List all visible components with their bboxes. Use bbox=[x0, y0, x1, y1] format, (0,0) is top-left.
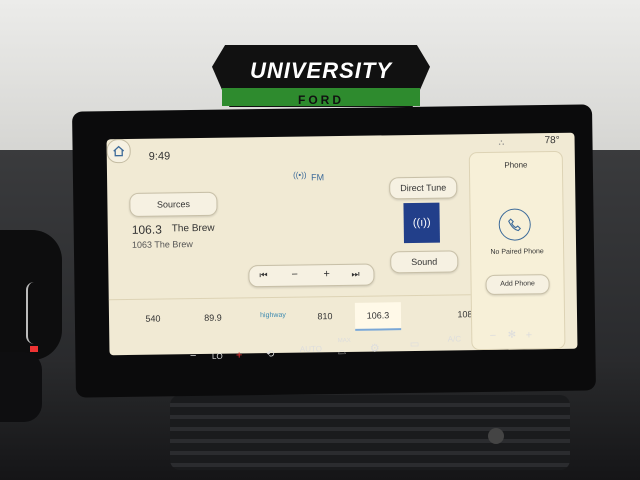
fan-up-button[interactable]: + bbox=[526, 329, 533, 341]
station-frequency: 106.3 bbox=[131, 222, 162, 237]
tune-down-button[interactable]: − bbox=[291, 269, 298, 281]
sound-button[interactable]: Sound bbox=[390, 250, 459, 274]
add-phone-button[interactable]: Add Phone bbox=[485, 274, 550, 295]
infotainment-screen: 9:49 ⛬ 78° ((•)) FM Sources Direct Tune … bbox=[106, 132, 578, 356]
temp-down-left-button[interactable]: − bbox=[190, 350, 197, 362]
fan-icon: ✻ bbox=[507, 329, 517, 341]
home-icon bbox=[113, 145, 125, 157]
dealer-logo-text: UNIVERSITY bbox=[249, 58, 393, 83]
broadcast-icon: ((ı)) bbox=[412, 216, 431, 230]
phone-icon bbox=[508, 218, 522, 232]
seek-forward-button[interactable]: ⏭ bbox=[351, 269, 359, 280]
fuel-warning-icon bbox=[30, 346, 38, 352]
seek-back-button[interactable]: ⏮ bbox=[259, 270, 267, 281]
radio-signal-icon: ((•)) bbox=[292, 170, 307, 180]
station-name: The Brew bbox=[171, 222, 215, 235]
air-vent bbox=[170, 395, 570, 470]
recirculation-icon[interactable]: ⟲ bbox=[266, 349, 275, 360]
dealer-logo-sub: FORD bbox=[298, 93, 344, 107]
auto-button[interactable]: AUTO bbox=[300, 344, 322, 353]
station-subtitle: 1063 The Brew bbox=[131, 239, 193, 250]
sources-button[interactable]: Sources bbox=[129, 191, 218, 217]
phone-status: No Paired Phone bbox=[490, 248, 544, 256]
steering-stalk bbox=[0, 352, 42, 422]
wifi-icon: ⛬ bbox=[498, 137, 505, 147]
outside-temperature: 78° bbox=[544, 134, 560, 147]
ac-button[interactable]: A/C bbox=[448, 334, 461, 343]
temp-up-left-button[interactable]: + bbox=[236, 350, 243, 362]
driver-temp-display: LO bbox=[211, 351, 223, 361]
direct-tune-button[interactable]: Direct Tune bbox=[389, 176, 458, 200]
preset-item[interactable]: 89.9 bbox=[193, 313, 233, 324]
source-indicator: FM bbox=[310, 172, 325, 183]
preset-item-selected[interactable]: 106.3 bbox=[354, 302, 402, 331]
phone-card[interactable]: Phone No Paired Phone Add Phone bbox=[468, 150, 566, 351]
heated-seat-icon[interactable]: ⚙ bbox=[370, 342, 380, 355]
max-defrost-label: MAX bbox=[337, 337, 351, 345]
tuning-bar: ⏮ − + ⏭ bbox=[248, 263, 375, 288]
phone-title: Phone bbox=[504, 160, 528, 170]
preset-item[interactable]: 540 bbox=[133, 313, 173, 324]
defrost-icon[interactable]: ⌓ bbox=[338, 346, 346, 357]
phone-icon-circle bbox=[498, 208, 531, 241]
tune-up-button[interactable]: + bbox=[323, 268, 330, 280]
rear-defrost-icon[interactable]: ▭ bbox=[410, 339, 420, 350]
station-art: ((ı)) bbox=[403, 202, 440, 244]
fan-down-button[interactable]: − bbox=[490, 330, 497, 342]
clock: 9:49 bbox=[148, 150, 171, 163]
fuel-gauge-icon bbox=[26, 282, 40, 344]
vent-knob[interactable] bbox=[488, 428, 504, 444]
preset-item[interactable] bbox=[405, 310, 445, 311]
preset-item[interactable]: highway bbox=[253, 312, 293, 320]
home-button[interactable] bbox=[106, 138, 131, 164]
preset-item[interactable]: 810 bbox=[305, 311, 345, 322]
